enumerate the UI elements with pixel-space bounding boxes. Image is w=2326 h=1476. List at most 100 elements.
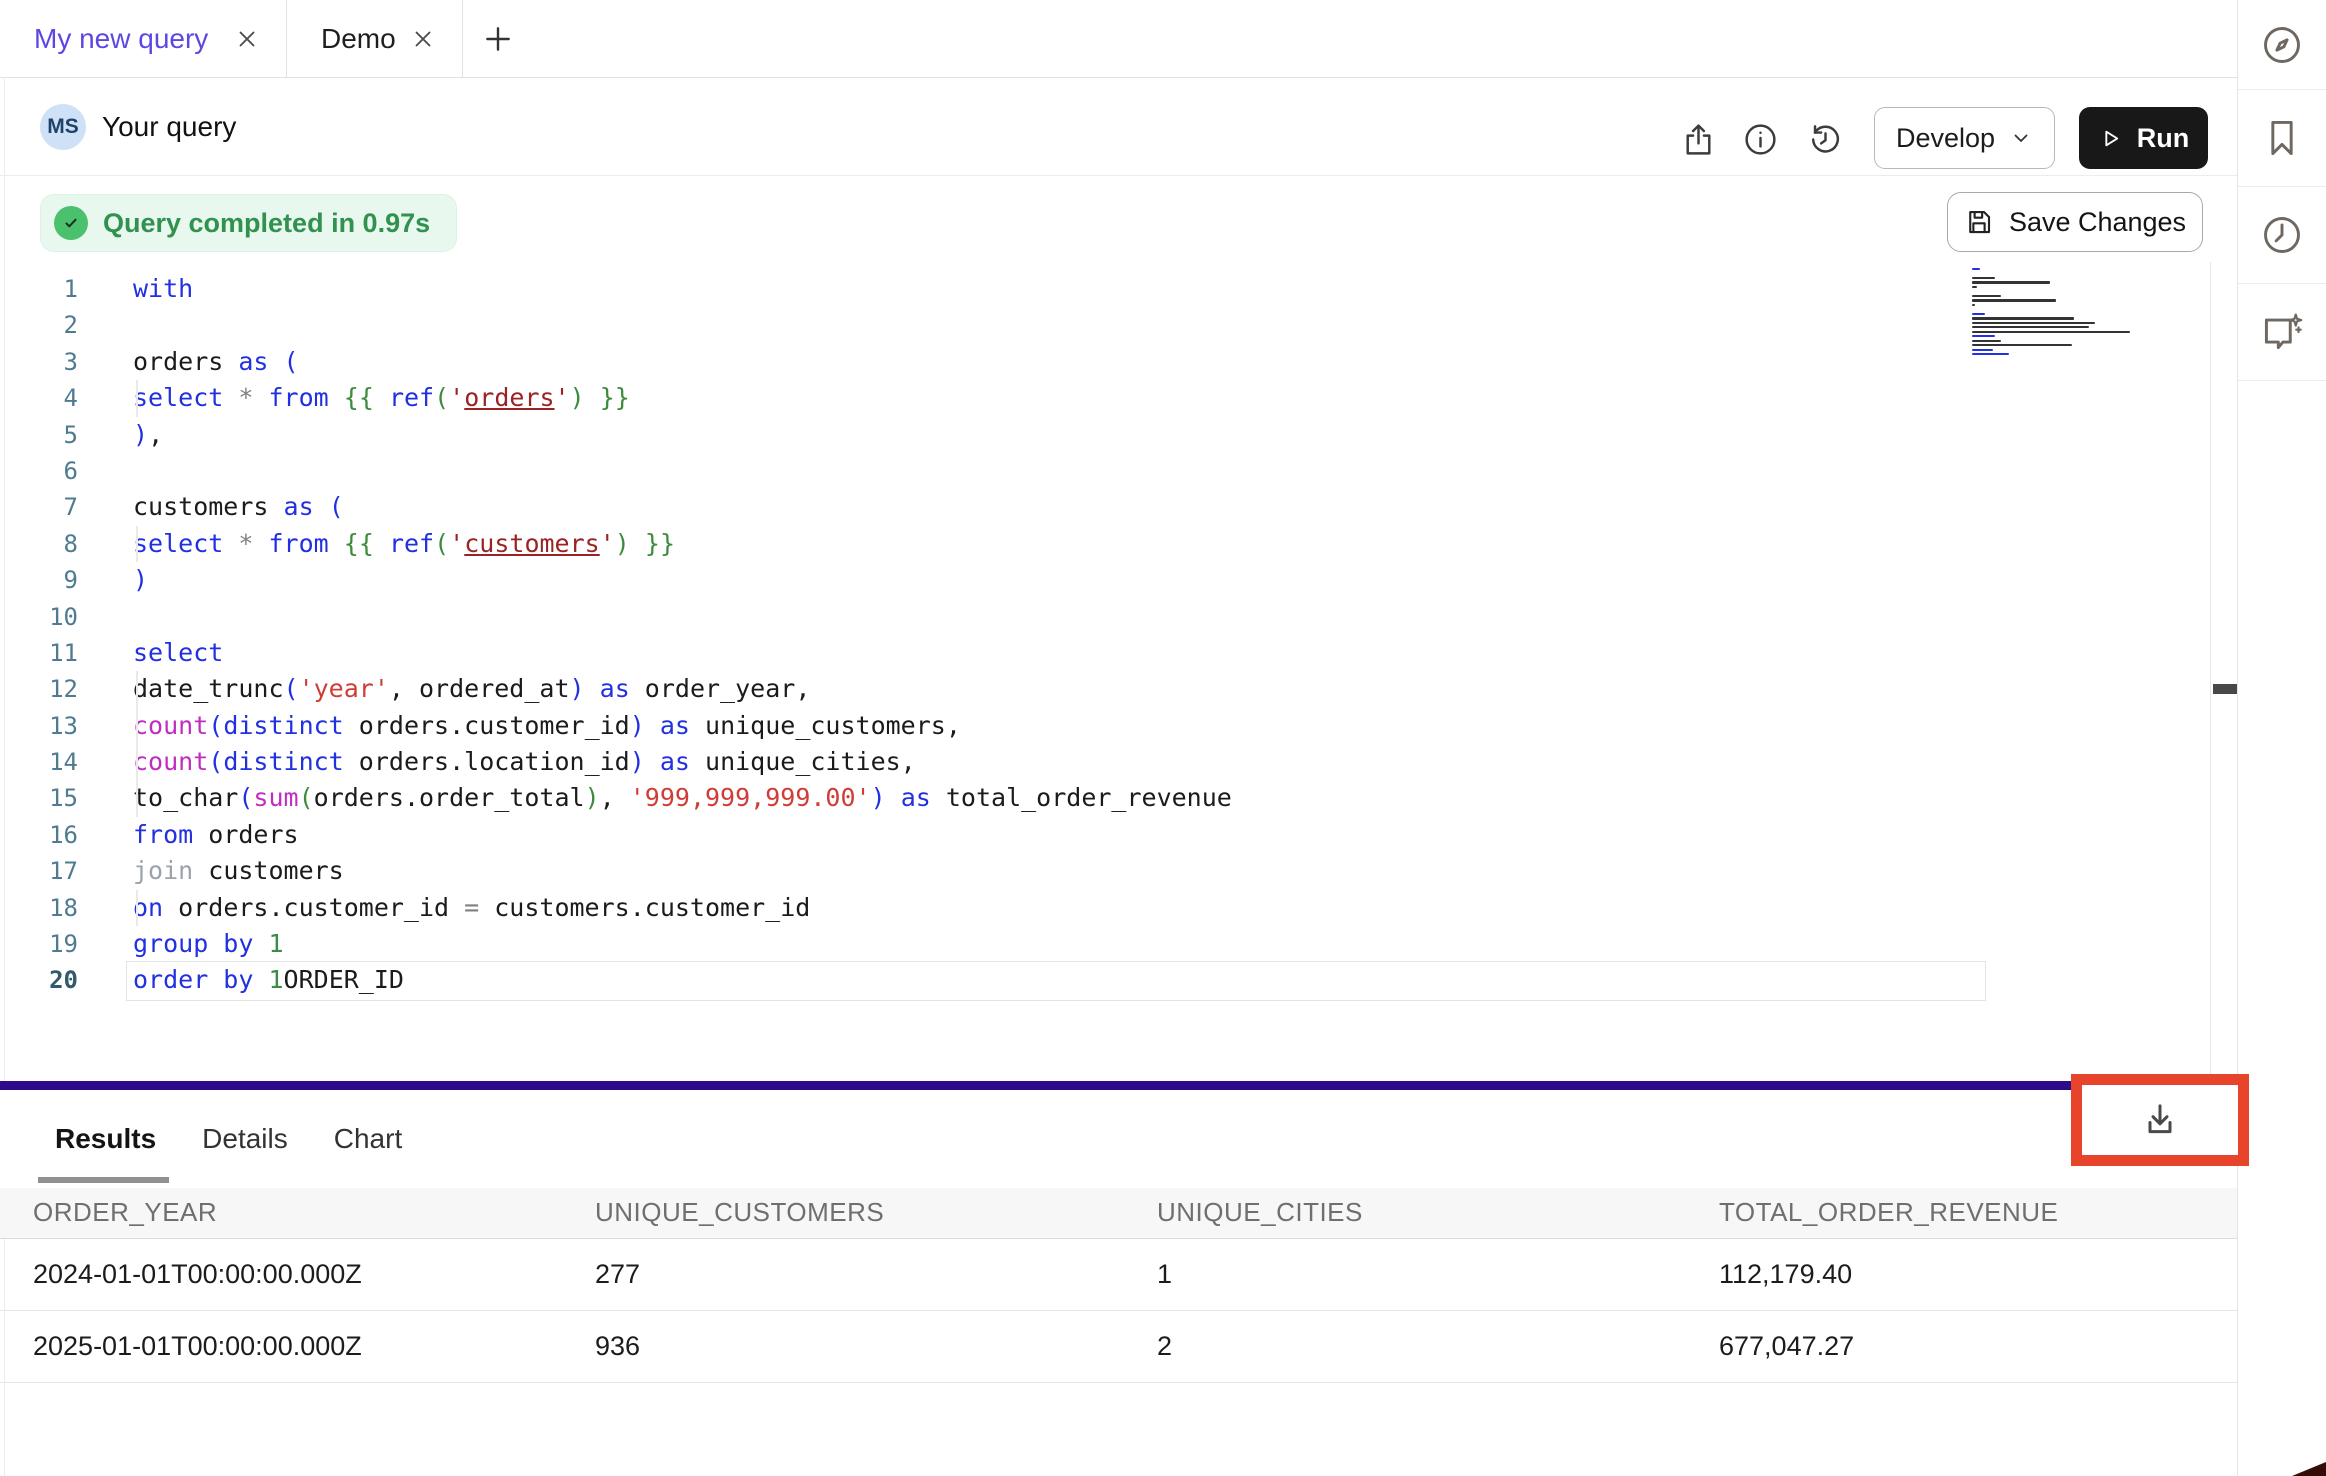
close-icon[interactable]	[234, 26, 260, 52]
save-icon	[1964, 207, 1994, 237]
avatar[interactable]: MS	[40, 104, 86, 150]
run-button[interactable]: Run	[2079, 107, 2208, 169]
sidebar-item-explore[interactable]	[2238, 0, 2326, 90]
clock-icon	[2260, 213, 2304, 257]
code-line-18[interactable]: on orders.customer_id = customers.custom…	[133, 890, 2117, 926]
line-number: 2	[0, 307, 78, 343]
query-editor-app: My new query Demo MS Your query Develop	[0, 0, 2326, 1476]
column-header: UNIQUE_CUSTOMERS	[562, 1188, 1124, 1238]
table-cell: 936	[562, 1310, 1124, 1382]
tab-bar: My new query Demo	[0, 0, 2237, 78]
info-icon	[1742, 121, 1779, 158]
run-label: Run	[2137, 123, 2189, 154]
column-header: ORDER_YEAR	[0, 1188, 562, 1238]
table-row: 2025-01-01T00:00:00.000Z9362677,047.27	[0, 1310, 2237, 1382]
code-line-14[interactable]: count(distinct orders.location_id) as un…	[133, 744, 2117, 780]
table-cell: 277	[562, 1238, 1124, 1310]
tab-details[interactable]: Details	[202, 1123, 288, 1155]
minimap-line	[1972, 281, 2050, 283]
minimap-line	[1972, 299, 2056, 301]
line-number: 13	[0, 708, 78, 744]
code-line-19[interactable]: group by 1	[133, 926, 2117, 962]
page-title: Your query	[102, 78, 236, 176]
version-history-icon	[1807, 121, 1844, 158]
editor-scrollbar[interactable]	[2210, 262, 2237, 1081]
develop-dropdown[interactable]: Develop	[1874, 107, 2055, 169]
panel-resize-divider[interactable]	[0, 1081, 2237, 1090]
code-line-12[interactable]: date_trunc('year', ordered_at) as order_…	[133, 671, 2117, 707]
code-line-3[interactable]: orders as (	[133, 344, 2117, 380]
history-button[interactable]	[1806, 109, 1844, 169]
code-line-4[interactable]: select * from {{ ref('orders') }}	[133, 380, 2117, 416]
code-line-15[interactable]: to_char(sum(orders.order_total), '999,99…	[133, 780, 2117, 816]
minimap[interactable]	[1972, 268, 2137, 358]
column-header: UNIQUE_CITIES	[1124, 1188, 1686, 1238]
minimap-line	[1972, 295, 2001, 297]
tab-results[interactable]: Results	[55, 1123, 156, 1155]
tab-my-new-query[interactable]: My new query	[0, 0, 287, 77]
table-row: 2024-01-01T00:00:00.000Z2771112,179.40	[0, 1238, 2237, 1310]
code-line-5[interactable]: ),	[133, 417, 2117, 453]
code-line-6[interactable]	[133, 453, 2117, 489]
code-line-8[interactable]: select * from {{ ref('customers') }}	[133, 526, 2117, 562]
chat-sparkles-icon	[2260, 310, 2304, 354]
download-highlight-box	[2071, 1074, 2249, 1166]
table-header-row: ORDER_YEARUNIQUE_CUSTOMERSUNIQUE_CITIEST…	[0, 1188, 2237, 1238]
info-button[interactable]	[1741, 109, 1779, 169]
code-line-17[interactable]: join customers	[133, 853, 2117, 889]
sidebar-item-history[interactable]	[2238, 187, 2326, 284]
code-line-13[interactable]: count(distinct orders.customer_id) as un…	[133, 708, 2117, 744]
line-number: 4	[0, 380, 78, 416]
code-line-7[interactable]: customers as (	[133, 489, 2117, 525]
plus-icon	[482, 23, 514, 55]
line-number: 15	[0, 780, 78, 816]
sidebar-item-bookmarks[interactable]	[2238, 90, 2326, 187]
minimap-line	[1972, 268, 1980, 270]
line-number: 5	[0, 417, 78, 453]
code-lines[interactable]: with orders as (select * from {{ ref('ord…	[133, 271, 2117, 999]
code-line-11[interactable]: select	[133, 635, 2117, 671]
scrollbar-thumb[interactable]	[2213, 684, 2237, 694]
results-table: ORDER_YEARUNIQUE_CUSTOMERSUNIQUE_CITIEST…	[0, 1188, 2237, 1383]
line-number: 17	[0, 853, 78, 889]
code-line-9[interactable]: )	[133, 562, 2117, 598]
compass-icon	[2260, 23, 2304, 67]
line-number: 19	[0, 926, 78, 962]
minimap-line	[1972, 304, 1975, 306]
line-number: 14	[0, 744, 78, 780]
sidebar-item-ai-assistant[interactable]	[2238, 284, 2326, 381]
minimap-line	[1972, 344, 2072, 346]
tab-chart[interactable]: Chart	[334, 1123, 402, 1155]
share-button[interactable]	[1679, 109, 1717, 169]
code-line-2[interactable]	[133, 307, 2117, 343]
close-icon[interactable]	[410, 26, 436, 52]
sql-editor[interactable]: 1234567891011121314151617181920 withorde…	[0, 262, 2237, 1081]
code-line-20[interactable]: order by 1ORDER_ID	[133, 962, 2117, 998]
save-label: Save Changes	[2009, 207, 2186, 238]
line-number: 12	[0, 671, 78, 707]
table-cell: 2024-01-01T00:00:00.000Z	[0, 1238, 562, 1310]
tab-demo[interactable]: Demo	[287, 0, 463, 77]
right-sidebar	[2237, 0, 2326, 1476]
line-number: 18	[0, 890, 78, 926]
chevron-down-icon	[2009, 126, 2033, 150]
code-line-16[interactable]: from orders	[133, 817, 2117, 853]
line-number: 11	[0, 635, 78, 671]
table-cell: 1	[1124, 1238, 1686, 1310]
code-line-1[interactable]: with	[133, 271, 2117, 307]
line-number: 7	[0, 489, 78, 525]
table-body: 2024-01-01T00:00:00.000Z2771112,179.4020…	[0, 1238, 2237, 1382]
line-number: 16	[0, 817, 78, 853]
tab-label: My new query	[34, 23, 208, 55]
table-cell: 677,047.27	[1686, 1310, 2237, 1382]
code-line-10[interactable]	[133, 599, 2117, 635]
minimap-line	[1972, 349, 1993, 351]
download-icon	[2140, 1100, 2180, 1140]
new-tab-button[interactable]	[463, 0, 533, 77]
minimap-line	[1972, 340, 2001, 342]
save-changes-button[interactable]: Save Changes	[1947, 192, 2203, 252]
minimap-line	[1972, 326, 2089, 328]
download-results-button[interactable]	[2140, 1100, 2180, 1140]
status-message: Query completed in 0.97s	[103, 208, 430, 239]
minimap-line	[1972, 277, 1995, 279]
